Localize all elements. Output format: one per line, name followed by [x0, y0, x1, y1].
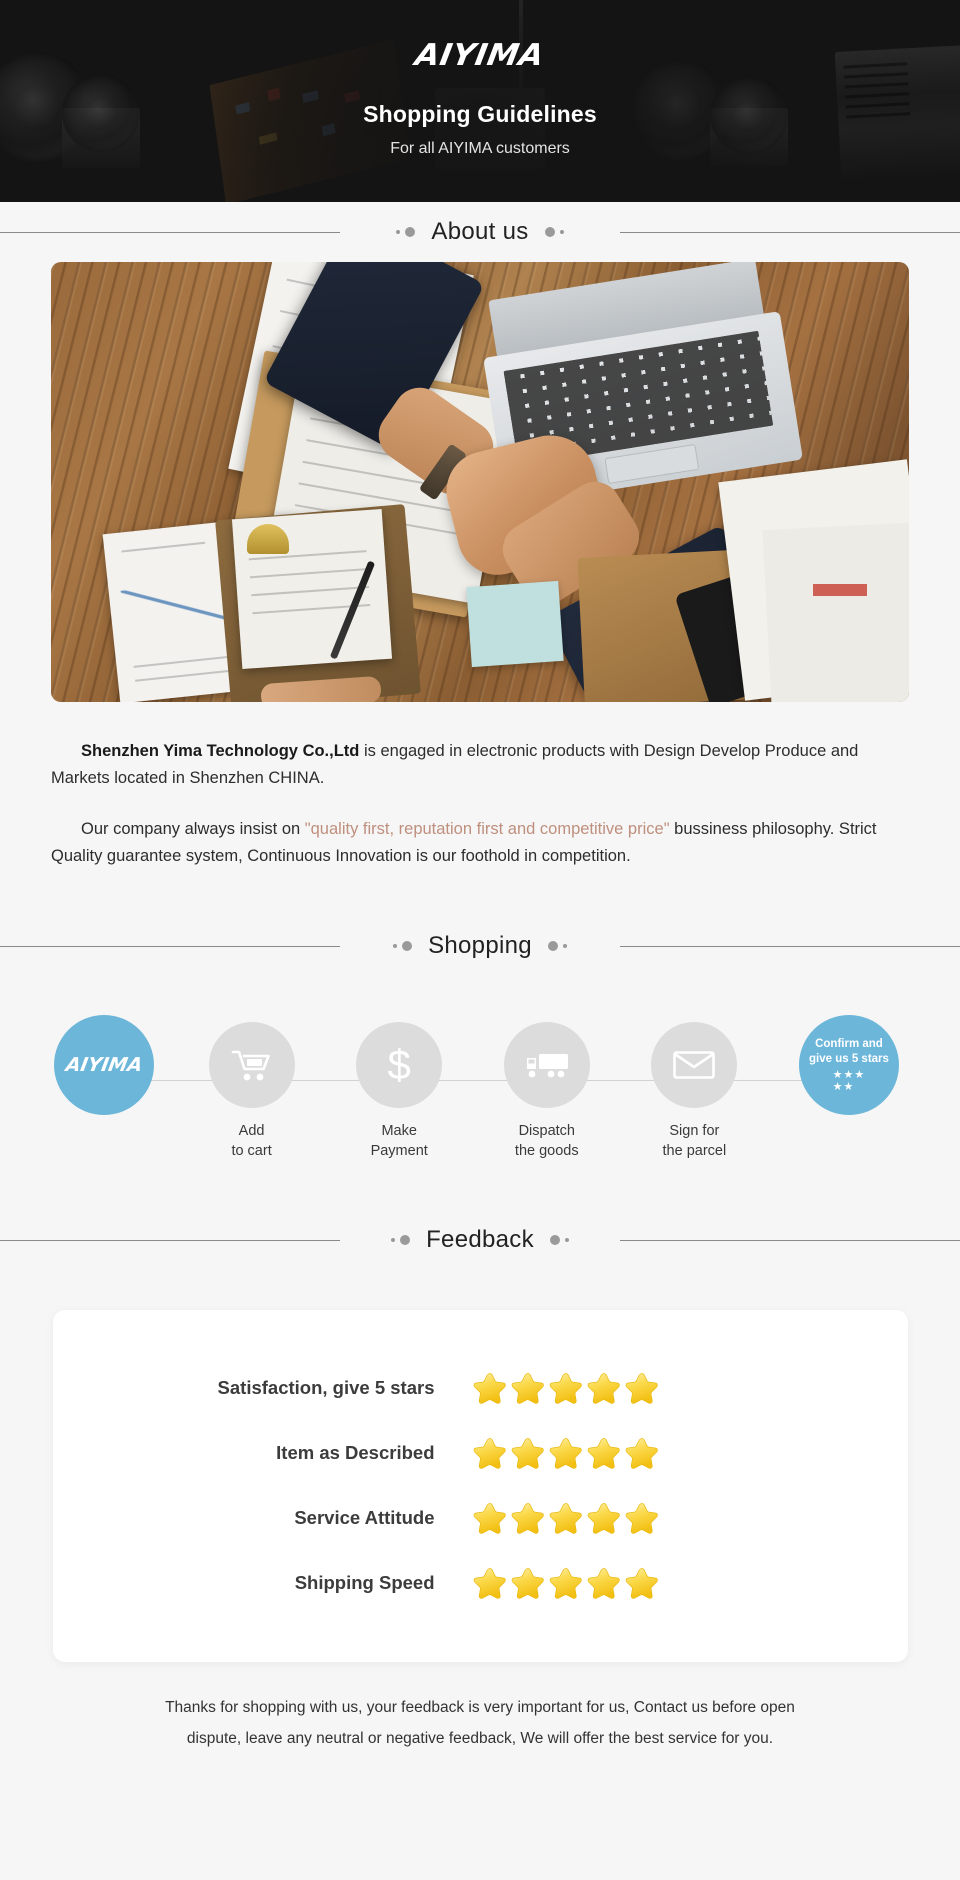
five-stars-icon: ★★★ ★★ — [832, 1068, 866, 1093]
feedback-row: Item as Described — [53, 1421, 908, 1486]
heading-dots-right — [549, 1234, 569, 1245]
confirm-rating-line2: give us 5 stars — [809, 1052, 889, 1065]
about-description: Shenzhen Yima Technology Co.,Ltd is enga… — [0, 738, 960, 870]
divider-line-right — [620, 1239, 960, 1241]
company-motto-quote: "quality first, reputation first and com… — [304, 820, 670, 839]
step-confirm-rating[interactable]: Confirm and give us 5 stars ★★★ ★★ — [784, 1014, 914, 1115]
shopping-process-steps: AIYIMA Add to cart $ Make Payment Dispat… — [0, 1014, 960, 1172]
divider-line-left — [0, 1239, 340, 1241]
star-icon — [473, 1438, 506, 1470]
step-sign-parcel[interactable]: Sign for the parcel — [636, 1021, 752, 1161]
shopping-guidelines-page: AIYIMA Shopping Guidelines For all AIYIM… — [0, 0, 960, 1880]
star-icon — [587, 1373, 620, 1405]
banner-title: Shopping Guidelines — [363, 101, 597, 127]
step-brand: AIYIMA — [46, 1014, 162, 1115]
feedback-heading-text: Feedback — [426, 1225, 534, 1253]
footer-line-1: Thanks for shopping with us, your feedba… — [165, 1698, 795, 1716]
step-label-make-payment: Make Payment — [370, 1122, 428, 1159]
star-icon — [511, 1568, 544, 1600]
star-icon — [625, 1568, 658, 1600]
company-name: Shenzhen Yima Technology Co.,Ltd — [81, 742, 360, 760]
divider-line-left — [0, 232, 340, 233]
heading-dots-right — [544, 227, 564, 237]
confirm-rating-line1: Confirm and — [815, 1038, 883, 1051]
feedback-label-shipping-speed: Shipping Speed — [294, 1572, 435, 1594]
make-payment-circle: $ — [356, 1021, 443, 1108]
footer-line-2: dispute, leave any neutral or negative f… — [186, 1729, 774, 1747]
star-icon — [473, 1568, 506, 1600]
step-add-to-cart[interactable]: Add to cart — [194, 1021, 310, 1161]
feedback-label-satisfaction: Satisfaction, give 5 stars — [217, 1377, 435, 1399]
star-icon — [549, 1373, 582, 1405]
feedback-row: Shipping Speed — [53, 1551, 908, 1616]
star-icon — [511, 1438, 544, 1470]
divider-line-right — [620, 945, 960, 947]
star-icon — [625, 1373, 658, 1405]
star-icon — [549, 1568, 582, 1600]
step-dispatch-goods[interactable]: Dispatch the goods — [489, 1021, 605, 1161]
heading-dots-right — [547, 940, 567, 951]
red-highlight-mark — [813, 584, 867, 596]
banner-subtitle: For all AIYIMA customers — [390, 140, 570, 157]
aiyima-logo-icon: AIYIMA — [63, 1053, 145, 1076]
star-icon — [549, 1503, 582, 1535]
star-icon — [625, 1503, 658, 1535]
star-icon — [511, 1503, 544, 1535]
dispatch-goods-circle — [503, 1021, 590, 1108]
star-icon — [473, 1503, 506, 1535]
star-rating-item-as-described[interactable] — [473, 1436, 659, 1470]
aiyima-logo: AIYIMA — [412, 38, 548, 73]
feedback-row: Service Attitude — [53, 1486, 908, 1551]
feedback-ratings-card: Satisfaction, give 5 stars Item as Descr… — [52, 1309, 908, 1662]
star-icon — [511, 1373, 544, 1405]
brand-circle: AIYIMA — [54, 1014, 154, 1115]
section-heading-feedback: Feedback — [0, 1210, 960, 1270]
documents-right-stack-2 — [762, 521, 909, 702]
about-heading-text: About us — [431, 218, 529, 245]
star-icon — [549, 1438, 582, 1470]
feedback-label-service-attitude: Service Attitude — [294, 1507, 435, 1529]
star-rating-satisfaction[interactable] — [473, 1371, 659, 1405]
feedback-label-item-as-described: Item as Described — [276, 1442, 435, 1464]
step-label-add-to-cart: Add to cart — [231, 1122, 272, 1159]
star-rating-service-attitude[interactable] — [473, 1501, 659, 1535]
heading-dots-left — [391, 1234, 411, 1245]
star-rating-shipping-speed[interactable] — [473, 1566, 659, 1600]
step-label-dispatch-goods: Dispatch the goods — [514, 1122, 579, 1159]
shopping-cart-icon — [231, 1047, 273, 1083]
handshake-photo — [51, 262, 909, 702]
delivery-truck-icon — [524, 1050, 570, 1080]
feedback-row: Satisfaction, give 5 stars — [53, 1356, 908, 1421]
section-heading-shopping: Shopping — [0, 916, 960, 976]
heading-dots-left — [396, 227, 416, 237]
star-icon — [587, 1438, 620, 1470]
heading-dots-left — [393, 940, 413, 951]
about-photo-wrap — [0, 262, 960, 702]
banner-text-block: AIYIMA Shopping Guidelines For all AIYIM… — [0, 0, 960, 202]
about-paragraph-1: Shenzhen Yima Technology Co.,Ltd is enga… — [51, 738, 909, 791]
divider-line-right — [620, 232, 960, 233]
confirm-rating-circle: Confirm and give us 5 stars ★★★ ★★ — [798, 1014, 899, 1115]
step-make-payment[interactable]: $ Make Payment — [341, 1021, 457, 1161]
footer-note: Thanks for shopping with us, your feedba… — [70, 1692, 890, 1754]
dollar-sign-icon: $ — [387, 1040, 411, 1088]
envelope-icon — [673, 1050, 716, 1080]
divider-line-left — [0, 945, 340, 947]
star-icon — [587, 1568, 620, 1600]
sign-parcel-circle — [651, 1021, 738, 1108]
sticky-note — [466, 580, 564, 668]
about-paragraph-2: Our company always insist on "quality fi… — [51, 816, 909, 869]
section-heading-about: About us — [0, 202, 960, 262]
hero-banner: AIYIMA Shopping Guidelines For all AIYIM… — [0, 0, 960, 202]
star-icon — [587, 1503, 620, 1535]
about-paragraph-2-pre: Our company always insist on — [81, 820, 305, 839]
step-label-sign-parcel: Sign for the parcel — [662, 1122, 727, 1159]
star-icon — [473, 1373, 506, 1405]
star-icon — [625, 1438, 658, 1470]
add-to-cart-circle — [208, 1021, 295, 1108]
shopping-heading-text: Shopping — [428, 931, 532, 959]
